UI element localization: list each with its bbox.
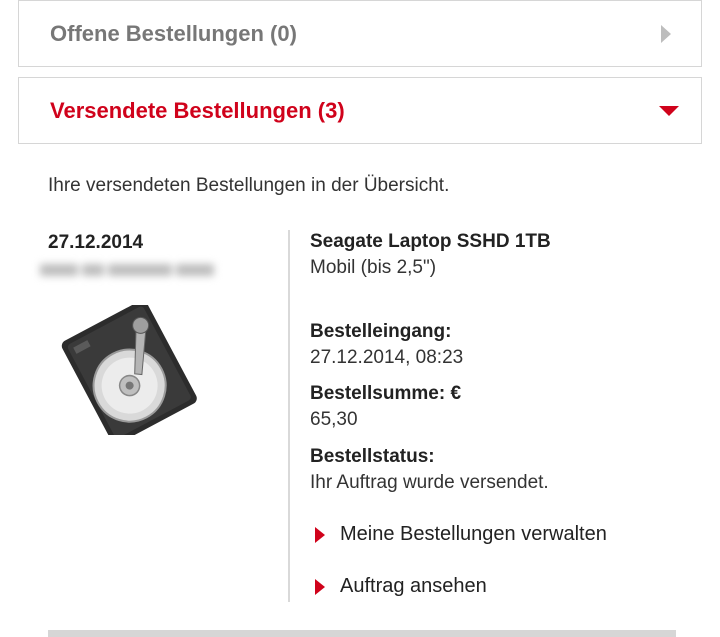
order-date: 27.12.2014 <box>48 232 144 253</box>
view-order-link-label: Auftrag ansehen <box>340 575 487 597</box>
manage-orders-link[interactable]: Meine Bestellungen verwalten <box>315 523 607 546</box>
blurred-order-number <box>40 257 230 283</box>
caret-down-icon <box>659 105 679 116</box>
order-total-label: Bestellsumme: € <box>310 383 462 404</box>
manage-orders-link-label: Meine Bestellungen verwalten <box>340 523 607 545</box>
open-orders-title: Offene Bestellungen (0) <box>50 20 297 46</box>
intro-text: Ihre versendeten Bestellungen in der Übe… <box>48 175 450 196</box>
arrow-right-icon <box>315 526 325 543</box>
product-image-hard-drive <box>61 305 197 435</box>
vertical-divider <box>288 230 290 602</box>
product-subtitle: Mobil (bis 2,5") <box>310 257 437 278</box>
order-received-label: Bestelleingang: <box>310 321 452 342</box>
shipped-orders-title: Versendete Bestellungen (3) <box>50 97 345 123</box>
order-total-value: 65,30 <box>310 409 358 430</box>
order-status-value: Ihr Auftrag wurde versendet. <box>310 472 549 493</box>
product-name: Seagate Laptop SSHD 1TB <box>310 231 551 252</box>
accordion-open-orders[interactable]: Offene Bestellungen (0) <box>18 0 702 67</box>
arrow-right-icon <box>315 578 325 595</box>
order-status-label: Bestellstatus: <box>310 446 435 467</box>
chevron-right-icon <box>661 24 671 43</box>
accordion-shipped-orders[interactable]: Versendete Bestellungen (3) <box>18 77 702 144</box>
order-received-value: 27.12.2014, 08:23 <box>310 347 464 368</box>
bottom-separator <box>48 630 676 637</box>
view-order-link[interactable]: Auftrag ansehen <box>315 575 487 598</box>
